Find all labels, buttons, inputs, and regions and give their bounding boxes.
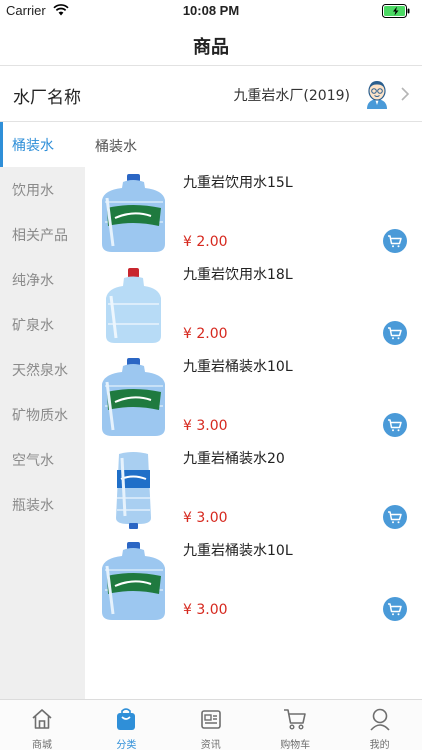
sidebar-item[interactable]: 相关产品 [0,212,85,257]
user-icon [367,706,393,732]
battery-icon [382,4,410,18]
product-item[interactable]: 九重岩桶装水20 ¥ 3.00 [85,448,422,540]
product-name: 九重岩桶装水10L [183,543,293,559]
tab-news[interactable]: 资讯 [169,700,253,750]
product-image [93,172,174,254]
product-item[interactable]: 九重岩饮用水15L ¥ 2.00 [85,172,422,264]
sidebar-item-label: 桶装水 [12,138,54,154]
product-image [93,356,174,438]
product-price: ¥ 3.00 [183,510,228,526]
sidebar-item[interactable]: 矿泉水 [0,302,85,347]
home-icon [29,706,55,732]
sidebar-item-label: 天然泉水 [12,363,68,379]
avatar-icon [367,81,387,109]
cart-icon [388,419,402,432]
tab-bar: 商城 分类 资讯 购物车 我的 [0,699,422,750]
sidebar-item-label: 矿物质水 [12,408,68,424]
sidebar-item[interactable]: 桶装水 [0,122,85,167]
tab-bag[interactable]: 分类 [84,700,168,750]
news-icon [198,706,224,732]
tab-user[interactable]: 我的 [338,700,422,750]
cart-icon [388,511,402,524]
add-to-cart-button[interactable] [383,229,407,253]
sidebar-item-label: 相关产品 [12,228,68,244]
product-list: 桶装水 九重岩饮用水15L ¥ 2.00 九重岩饮用水18L ¥ 2.00 九重岩桶装水… [85,122,422,699]
sidebar-item-label: 饮用水 [12,183,54,199]
tab-label: 商城 [32,740,52,750]
category-sidebar: 桶装水饮用水相关产品纯净水矿泉水天然泉水矿物质水空气水瓶装水 [0,122,85,699]
sidebar-item[interactable]: 天然泉水 [0,347,85,392]
sidebar-item[interactable]: 饮用水 [0,167,85,212]
tab-home[interactable]: 商城 [0,700,84,750]
product-item[interactable]: 九重岩饮用水18L ¥ 2.00 [85,264,422,356]
cart-icon [388,603,402,616]
sidebar-item-label: 瓶装水 [12,498,54,514]
factory-name: 九重岩水厂(2019) [233,88,350,104]
product-price: ¥ 2.00 [183,326,228,342]
product-name: 九重岩桶装水10L [183,359,293,375]
product-image [93,540,174,622]
tab-label: 购物车 [280,740,311,750]
add-to-cart-button[interactable] [383,597,407,621]
cart-icon [388,327,402,340]
clock: 10:08 PM [182,3,240,18]
status-bar: Carrier 10:08 PM [0,0,422,22]
add-to-cart-button[interactable] [383,505,407,529]
sidebar-item-label: 矿泉水 [12,318,54,334]
sidebar-item-label: 纯净水 [12,273,54,289]
factory-label: 水厂名称 [13,88,81,108]
product-item[interactable]: 九重岩桶装水10L ¥ 3.00 [85,540,422,632]
sidebar-item[interactable]: 瓶装水 [0,482,85,527]
section-title: 桶装水 [95,139,137,155]
tab-label: 资讯 [200,740,221,750]
page-title: 商品 [193,37,229,58]
product-image [93,264,174,346]
product-name: 九重岩桶装水20 [183,451,285,467]
product-price: ¥ 3.00 [183,418,228,434]
product-image [93,448,174,530]
tab-label: 分类 [116,740,137,750]
bag-icon [113,706,139,732]
sidebar-item[interactable]: 纯净水 [0,257,85,302]
product-name: 九重岩饮用水15L [183,175,293,191]
product-name: 九重岩饮用水18L [183,267,293,283]
tab-cart[interactable]: 购物车 [253,700,337,750]
sidebar-item-label: 空气水 [12,453,54,469]
product-item[interactable]: 九重岩桶装水10L ¥ 3.00 [85,356,422,448]
sidebar-item[interactable]: 空气水 [0,437,85,482]
active-indicator [0,122,3,167]
tab-label: 我的 [369,740,390,750]
nav-bar: 商品 [0,22,422,66]
factory-selector[interactable]: 水厂名称 九重岩水厂(2019) [0,66,422,122]
add-to-cart-button[interactable] [383,413,407,437]
cart-icon [388,235,402,248]
product-price: ¥ 3.00 [183,602,228,618]
cart-icon [282,706,308,732]
chevron-right-icon [401,87,410,101]
product-price: ¥ 2.00 [183,234,228,250]
sidebar-item[interactable]: 矿物质水 [0,392,85,437]
add-to-cart-button[interactable] [383,321,407,345]
